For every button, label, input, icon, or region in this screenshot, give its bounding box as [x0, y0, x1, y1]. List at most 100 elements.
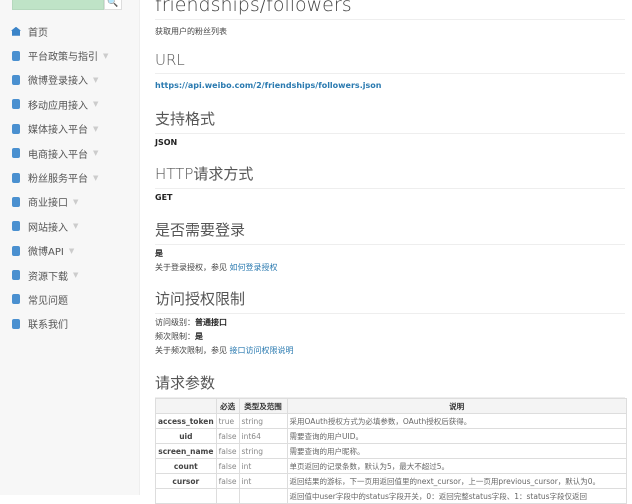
- search-icon: 🔍: [107, 0, 119, 8]
- rate-note: 关于频次限制，参见 接口访问权限说明: [155, 345, 294, 356]
- table-row: count false int 单页返回的记录条数，默认为5，最大不超过5。: [155, 458, 628, 474]
- table-cell: [155, 488, 217, 504]
- table-cell: int: [238, 458, 288, 474]
- sidebar-item-label: 粉丝服务平台: [28, 174, 88, 186]
- login-note: 关于登录授权，参见 如何登录授权: [155, 262, 278, 273]
- params-heading: 请求参数: [155, 372, 625, 398]
- sidebar-item-label: 平台政策与指引: [28, 52, 98, 64]
- table-cell: false: [215, 443, 240, 459]
- table-cell: 采用OAuth授权方式为必填参数，OAuth授权后获得。: [286, 413, 628, 429]
- sidebar-item[interactable]: 移动应用接入 ▼: [0, 92, 140, 116]
- table-header-row: 必选 类型及范围 说明: [155, 398, 628, 414]
- table-cell: false: [215, 428, 240, 444]
- rate-note-text: 关于频次限制，参见: [155, 346, 230, 355]
- table-cell: string: [238, 413, 288, 429]
- params-table: 必选 类型及范围 说明 access_token true string 采用OAuth授…: [155, 398, 628, 504]
- home-icon: [11, 26, 21, 36]
- table-header: [155, 398, 217, 414]
- table-row: cursor false int 返回结果的游标，下一页用返回值里的next_curs…: [155, 473, 628, 489]
- chevron-down-icon: ▼: [73, 271, 79, 280]
- limit-heading: 访问授权限制: [155, 288, 625, 314]
- sidebar-item-label: 网站接入: [28, 222, 68, 234]
- sidebar-item-label: 商业接口: [28, 198, 68, 210]
- table-header: 说明: [286, 398, 628, 414]
- table-cell: false: [215, 473, 240, 489]
- table-row: access_token true string 采用OAuth授权方式为必填参数，O…: [155, 413, 628, 429]
- sidebar-item[interactable]: 联系我们: [0, 312, 140, 336]
- table-row: screen_name false string 需要查询的用户昵称。: [155, 443, 628, 459]
- url-heading: URL: [155, 51, 625, 74]
- search-input[interactable]: [12, 0, 104, 10]
- sidebar-item-label: 微博API: [28, 247, 64, 259]
- rate-limit-link[interactable]: 接口访问权限说明: [230, 346, 294, 355]
- book-icon: [12, 172, 20, 183]
- login-heading: 是否需要登录: [155, 219, 625, 245]
- method-heading: HTTP请求方式: [155, 163, 625, 189]
- sidebar-item-label: 联系我们: [28, 320, 68, 332]
- table-cell: [215, 488, 240, 504]
- table-row: uid false int64 需要查询的用户UID。: [155, 428, 628, 444]
- method-value: GET: [155, 193, 173, 202]
- sidebar-item[interactable]: 网站接入 ▼: [0, 214, 140, 238]
- chevron-down-icon: ▼: [93, 173, 99, 182]
- table-header: 必选: [215, 398, 240, 414]
- access-level-label: 访问级别：: [155, 318, 195, 327]
- url-link[interactable]: https://api.weibo.com/2/friendships/foll…: [155, 81, 381, 90]
- sidebar-item[interactable]: 资源下载 ▼: [0, 263, 140, 287]
- table-cell: cursor: [155, 473, 217, 489]
- sidebar-item-label: 媒体接入平台: [28, 125, 88, 137]
- book-icon: [12, 318, 20, 329]
- format-heading: 支持格式: [155, 108, 625, 134]
- table-cell: false: [215, 458, 240, 474]
- table-cell: 单页返回的记录条数，默认为5，最大不超过5。: [286, 458, 628, 474]
- table-cell: screen_name: [155, 443, 217, 459]
- sidebar-item[interactable]: 商业接口 ▼: [0, 190, 140, 214]
- format-value: JSON: [155, 138, 178, 147]
- sidebar: 🔍 首页 平台政策与指引 ▼ 微博登录接入 ▼ 移动应用接入 ▼ 媒体接入平台 ▼ 电商接入平台 ▼…: [0, 0, 140, 495]
- book-icon: [12, 148, 20, 159]
- chevron-down-icon: ▼: [93, 100, 99, 109]
- login-auth-link[interactable]: 如何登录授权: [230, 263, 278, 272]
- sidebar-item[interactable]: 平台政策与指引 ▼: [0, 43, 140, 67]
- table-cell: string: [238, 443, 288, 459]
- rate-limit-value: 是: [195, 332, 203, 341]
- sidebar-item-label: 电商接入平台: [28, 149, 88, 161]
- table-cell: true: [215, 413, 240, 429]
- sidebar-item-label: 微博登录接入: [28, 76, 88, 88]
- table-cell: count: [155, 458, 217, 474]
- book-icon: [12, 50, 20, 61]
- access-level: 访问级别：普通接口: [155, 317, 227, 328]
- sidebar-item[interactable]: 微博登录接入 ▼: [0, 68, 140, 92]
- sidebar-item[interactable]: 微博API ▼: [0, 239, 140, 263]
- sidebar-item[interactable]: 粉丝服务平台 ▼: [0, 165, 140, 189]
- sidebar-item[interactable]: 常见问题: [0, 287, 140, 311]
- login-note-text: 关于登录授权，参见: [155, 263, 230, 272]
- sidebar-item[interactable]: 电商接入平台 ▼: [0, 141, 140, 165]
- sidebar-item[interactable]: 媒体接入平台 ▼: [0, 117, 140, 141]
- table-cell: 返回结果的游标，下一页用返回值里的next_cursor，上一页用previou…: [286, 473, 628, 489]
- page-title: friendships/followers: [155, 0, 625, 20]
- chevron-down-icon: ▼: [93, 124, 99, 133]
- search-button[interactable]: 🔍: [104, 0, 122, 10]
- rate-limit: 频次限制：是: [155, 331, 203, 342]
- chevron-down-icon: ▼: [68, 246, 75, 255]
- table-cell: uid: [155, 428, 217, 444]
- login-value: 是: [155, 249, 163, 258]
- book-icon: [12, 221, 20, 232]
- table-cell: access_token: [155, 413, 217, 429]
- table-row: 返回值中user字段中的status字段开关，0：返回完整status字段、1：…: [155, 488, 628, 504]
- table-cell: 需要查询的用户UID。: [286, 428, 628, 444]
- access-level-value: 普通接口: [195, 318, 227, 327]
- chevron-down-icon: ▼: [93, 149, 99, 158]
- sidebar-item[interactable]: 首页: [0, 19, 140, 43]
- table-cell: 返回值中user字段中的status字段开关，0：返回完整status字段、1：…: [286, 488, 628, 504]
- sidebar-item-label: 常见问题: [28, 295, 68, 307]
- book-icon: [12, 74, 20, 85]
- sidebar-nav: 首页 平台政策与指引 ▼ 微博登录接入 ▼ 移动应用接入 ▼ 媒体接入平台 ▼ 电商接入平台 ▼ 粉丝…: [0, 19, 140, 336]
- book-icon: [12, 294, 20, 305]
- book-icon: [12, 245, 20, 256]
- book-icon: [12, 99, 20, 110]
- sidebar-item-label: 首页: [28, 27, 48, 39]
- rate-limit-label: 频次限制：: [155, 332, 195, 341]
- sidebar-item-label: 资源下载: [28, 271, 68, 283]
